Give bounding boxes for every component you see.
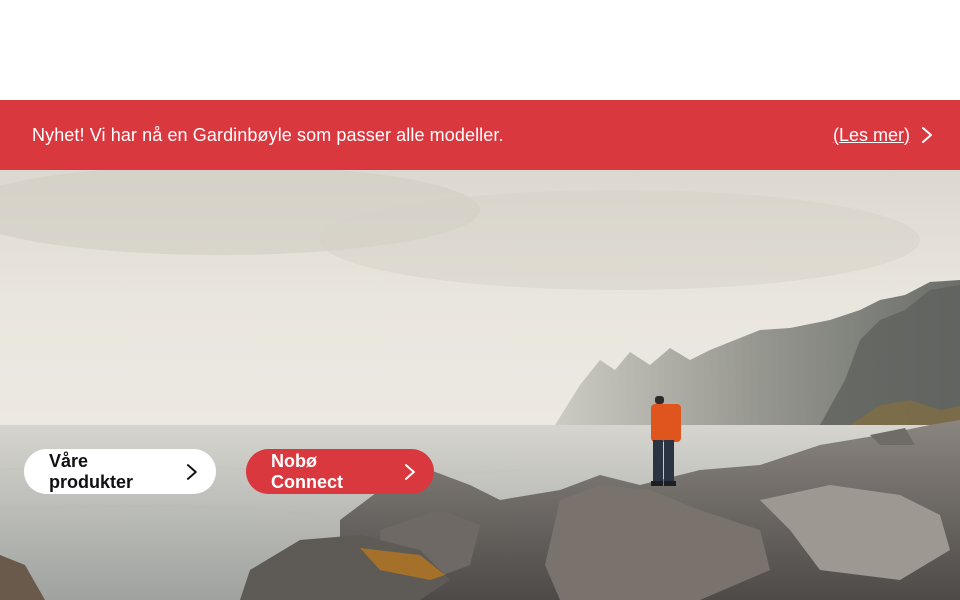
our-products-label: Våre produkter (49, 450, 134, 492)
chevron-right-icon (187, 463, 198, 480)
our-products-button[interactable]: Våre produkter (24, 449, 216, 494)
read-more-label: (Les mer) (832, 124, 910, 145)
top-header (0, 0, 960, 100)
nobo-connect-label: Nobø Connect (271, 450, 343, 492)
announcement-bar: Nyhet! Vi har nå en Gardinbøyle som pass… (0, 100, 960, 170)
nobo-connect-button[interactable]: Nobø Connect (246, 449, 434, 494)
chevron-right-icon (405, 463, 416, 480)
read-more-link[interactable]: (Les mer) (833, 125, 934, 146)
hero-image (0, 170, 960, 600)
chevron-right-icon (922, 127, 932, 143)
announcement-text: Nyhet! Vi har nå en Gardinbøyle som pass… (32, 124, 504, 145)
hero-section: Våre produkter Nobø Connect (0, 170, 960, 600)
